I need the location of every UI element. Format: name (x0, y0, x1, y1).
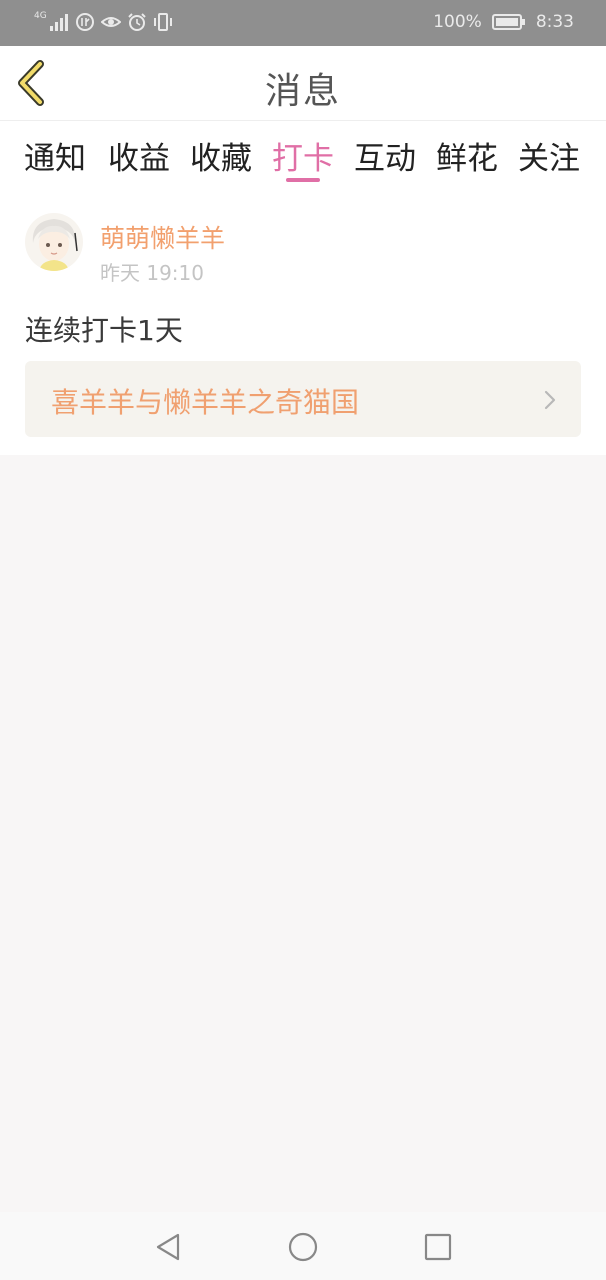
nav-recents-button[interactable] (421, 1230, 455, 1264)
clock: 8:33 (535, 12, 574, 32)
message-timestamp: 昨天 19:10 (100, 261, 204, 285)
data-usage-icon (75, 13, 94, 31)
nav-back-button[interactable] (151, 1230, 185, 1264)
checkin-streak-text: 连续打卡1天 (25, 314, 183, 347)
system-nav-bar (0, 1212, 606, 1280)
tab-earnings[interactable]: 收益 (108, 133, 170, 178)
tab-notifications[interactable]: 通知 (24, 133, 86, 178)
triangle-back-icon (156, 1233, 180, 1261)
tab-bar: 通知 收益 收藏 打卡 互动 鲜花 关注 (0, 121, 606, 193)
eye-icon (100, 17, 121, 27)
tab-flowers[interactable]: 鲜花 (436, 133, 498, 178)
circle-home-icon (288, 1232, 318, 1262)
avatar[interactable] (25, 213, 83, 271)
network-label: 4G (34, 11, 47, 21)
battery-percent: 100% (433, 12, 482, 32)
battery-icon (491, 14, 525, 30)
header: 消息 (0, 46, 606, 121)
vibrate-icon (153, 13, 172, 31)
status-icons-left: 4G (34, 11, 173, 32)
checkin-message: 萌萌懒羊羊 昨天 19:10 连续打卡1天 喜羊羊与懒羊羊之奇猫国 (0, 193, 606, 455)
page-title: 消息 (264, 71, 341, 112)
nav-home-button[interactable] (286, 1230, 320, 1264)
status-icons-right: 100% 8:33 (433, 12, 574, 32)
alarm-icon (127, 13, 146, 31)
tab-favorites[interactable]: 收藏 (190, 133, 252, 178)
username[interactable]: 萌萌懒羊羊 (100, 219, 225, 255)
page: 4G 100% 8:33 消息 通知 收益 收藏 打卡 互动 鲜花 关注 萌萌懒… (0, 0, 606, 1280)
active-tab-indicator (286, 178, 320, 182)
signal-icon (49, 14, 68, 31)
tab-checkin[interactable]: 打卡 (272, 133, 334, 178)
status-bar: 4G 100% 8:33 (0, 0, 606, 46)
chevron-right-icon (544, 390, 556, 410)
tab-interactions[interactable]: 互动 (354, 133, 416, 178)
book-title: 喜羊羊与懒羊羊之奇猫国 (51, 386, 360, 419)
book-link[interactable]: 喜羊羊与懒羊羊之奇猫国 (25, 361, 581, 437)
avatar-image (25, 213, 83, 271)
tab-follows[interactable]: 关注 (518, 133, 580, 178)
square-recents-icon (424, 1233, 452, 1261)
